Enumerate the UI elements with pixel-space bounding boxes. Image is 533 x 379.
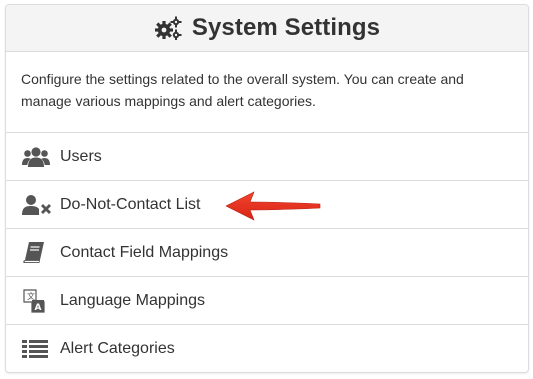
annotation-arrow-icon [225,191,321,221]
users-icon [22,144,52,170]
menu-item-language-mappings[interactable]: 文 A Language Mappings [6,277,528,325]
user-times-icon [22,192,52,218]
menu-item-label: Users [60,147,102,165]
language-icon: 文 A [22,288,52,314]
list-icon [22,336,52,362]
settings-menu: Users Do-Not-Contact List Contact Field … [6,133,528,372]
menu-item-label: Alert Categories [60,340,175,357]
svg-text:A: A [35,303,42,313]
menu-item-label: Do-Not-Contact List [60,195,201,213]
menu-item-contact-field-mappings[interactable]: Contact Field Mappings [6,229,528,277]
page-title: System Settings [191,14,381,41]
menu-item-users[interactable]: Users [6,133,528,181]
svg-text:文: 文 [27,291,35,301]
book-icon [22,240,52,266]
panel-header: System Settings [6,5,528,52]
menu-item-label: Language Mappings [60,291,206,309]
menu-item-alert-categories[interactable]: Alert Categories [6,325,528,372]
menu-item-label: Contact Field Mappings [60,243,229,261]
panel-description: Configure the settings related to the ov… [6,52,528,133]
gears-icon [154,16,182,40]
